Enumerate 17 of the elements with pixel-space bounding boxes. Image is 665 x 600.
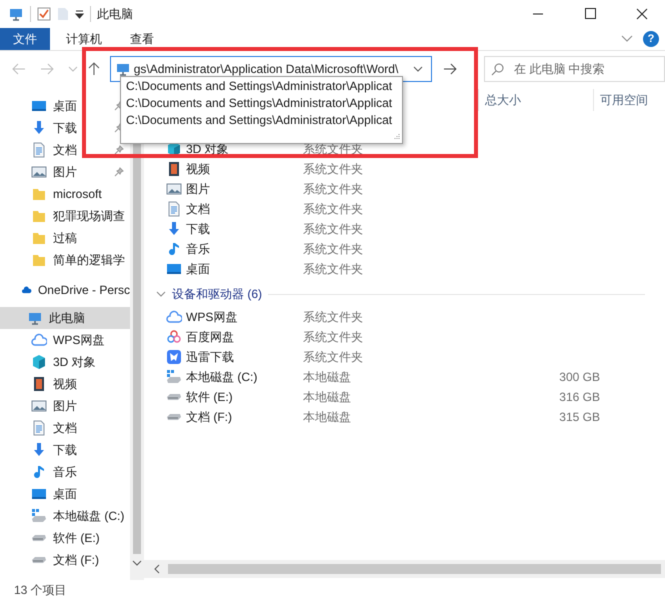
item-type: 系统文件夹: [303, 308, 364, 326]
item-type: 系统文件夹: [303, 220, 364, 238]
item-type: 系统文件夹: [303, 240, 364, 258]
item-type: 系统文件夹: [303, 180, 364, 198]
item-type: 本地磁盘: [303, 388, 352, 406]
item-size: 316 GB: [559, 390, 600, 404]
item-type: 系统文件夹: [303, 348, 364, 366]
item-type: 本地磁盘: [303, 408, 352, 426]
item-type: 本地磁盘: [303, 368, 352, 386]
window-title: 此电脑: [97, 6, 133, 22]
item-type: 系统文件夹: [303, 160, 364, 178]
item-type: 系统文件夹: [303, 260, 364, 278]
item-type: 系统文件夹: [303, 328, 364, 346]
item-size: 315 GB: [559, 410, 600, 424]
item-type: 系统文件夹: [303, 200, 364, 218]
item-size: 300 GB: [559, 370, 600, 384]
item-count: 13 个项目: [14, 582, 67, 598]
